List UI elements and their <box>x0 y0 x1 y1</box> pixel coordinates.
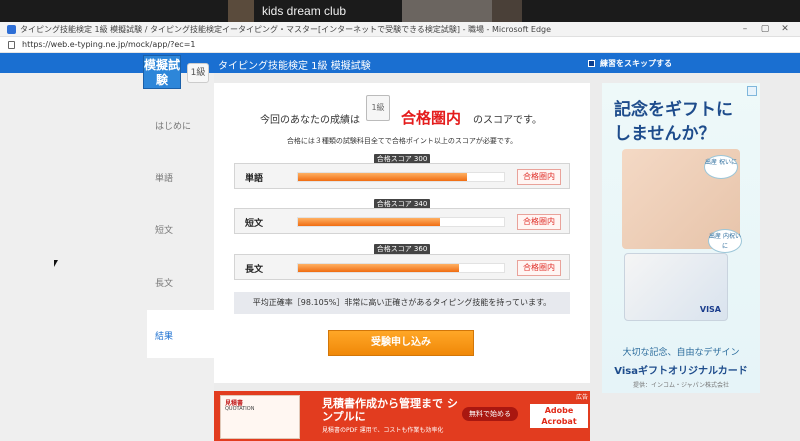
ad-main-text: 見積書作成から管理まで シンプルに <box>322 397 458 423</box>
ad-sub-text: 見積書のPDF 運用で、コストも作業も効率化 <box>322 427 444 434</box>
visa-logo: VISA <box>699 305 721 314</box>
score-result-badge: 合格圏内 <box>517 260 561 276</box>
sidebar-item-intro[interactable]: はじめに <box>155 119 191 132</box>
ad-cta-button[interactable]: 無料で始める <box>462 407 518 421</box>
ad-banner-bottom[interactable]: 見積書 QUOTATION 見積書作成から管理まで シンプルに 見積書のPDF … <box>214 391 590 441</box>
score-row-short-text: 短文 合格圏内 <box>234 208 570 234</box>
mouse-cursor-icon <box>54 260 58 267</box>
participant-video-thumb[interactable] <box>402 0 492 22</box>
close-button[interactable]: ✕ <box>778 23 792 35</box>
level-badge: 1級 <box>187 63 209 83</box>
sidebar-item-results[interactable]: 結果 <box>147 310 214 358</box>
ad-banner-right[interactable]: 記念をギフトに しませんか？ 出産 祝いに 出産 内祝いに VISA 大切な記念… <box>602 83 760 393</box>
site-header: タイピング技能検定 1級 模擬試験 練習をスキップする <box>0 53 800 73</box>
sidebar-item-long-text[interactable]: 長文 <box>155 276 173 289</box>
score-row-label: 長文 <box>245 265 264 275</box>
ad-bubble: 出産 祝いに <box>704 155 738 179</box>
participant-name: kids dream club <box>262 4 347 18</box>
score-row-label: 短文 <box>245 219 264 229</box>
participant-video-thumb[interactable] <box>228 0 254 22</box>
ad-product-name: Visaギフトオリジナルカード <box>614 366 748 377</box>
score-track <box>297 263 505 273</box>
score-track <box>297 217 505 227</box>
window-title: タイピング技能検定 1級 模擬試験 / タイピング技能検定イータイピング・マスタ… <box>20 25 552 34</box>
minimize-button[interactable]: – <box>738 23 752 35</box>
maximize-button[interactable]: ▢ <box>758 23 772 35</box>
screenshot-root: kids dream club タイピング技能検定 1級 模擬試験 / タイピン… <box>0 0 800 441</box>
url-text[interactable]: https://web.e-typing.ne.jp/mock/app/?ec=… <box>22 40 196 49</box>
ad-tagline: 大切な記念、自由なデザイン <box>622 348 740 358</box>
ad-gift-card: VISA <box>624 253 728 321</box>
score-result-badge: 合格圏内 <box>517 214 561 230</box>
sidebar: はじめに 単語 短文 長文 <box>0 73 214 441</box>
ad-headline: 記念をギフトに <box>614 100 733 120</box>
score-row-words: 単語 合格圏内 <box>234 163 570 189</box>
result-prefix: 今回のあなたの成績は <box>260 115 360 126</box>
site-favicon-icon <box>7 25 16 34</box>
sidebar-item-words[interactable]: 単語 <box>155 171 173 184</box>
ad-label: 広告 <box>575 394 588 401</box>
accuracy-text: 平均正確率［98.105%］非常に高い正確さがあるタイピング技能を持っています。 <box>234 292 570 314</box>
lock-icon <box>8 41 15 49</box>
result-grade: 合格圏内 <box>401 109 462 127</box>
ad-provider: 提供：インコム・ジャパン株式会社 <box>632 382 729 389</box>
score-bar <box>298 173 467 181</box>
ad-headline: しませんか？ <box>614 124 716 144</box>
mock-exam-badge: 模擬試験 <box>143 55 181 89</box>
score-result-badge: 合格圏内 <box>517 169 561 185</box>
grade-level-icon: 1級 <box>366 95 390 121</box>
participant-video-thumb[interactable] <box>492 0 522 22</box>
browser-title-bar: タイピング技能検定 1級 模擬試験 / タイピング技能検定イータイピング・マスタ… <box>0 22 800 37</box>
skip-practice-link[interactable]: 練習をスキップする <box>600 58 672 69</box>
score-row-long-text: 長文 合格圏内 <box>234 254 570 280</box>
sidebar-item-label: 結果 <box>155 332 174 342</box>
page-title: タイピング技能検定 1級 模擬試験 <box>218 61 371 72</box>
skip-checkbox[interactable] <box>588 60 595 67</box>
result-panel: 今回のあなたの成績は 1級 合格圏内 のスコアです。 合格には３種類の試験科目全… <box>214 83 590 383</box>
ad-doc-subtitle: QUOTATION <box>225 406 255 412</box>
address-bar[interactable]: https://web.e-typing.ne.jp/mock/app/?ec=… <box>0 37 800 53</box>
result-suffix: のスコアです。 <box>473 115 542 126</box>
ad-info-icon[interactable] <box>747 86 757 96</box>
score-track <box>297 172 505 182</box>
score-bar <box>298 218 441 226</box>
adobe-acrobat-logo: Adobe Acrobat <box>530 404 588 428</box>
ad-document-image: 見積書 QUOTATION <box>220 395 300 439</box>
ad-bubble: 出産 内祝いに <box>708 229 742 253</box>
sidebar-item-short-text[interactable]: 短文 <box>155 223 173 236</box>
score-bar <box>298 264 459 272</box>
apply-exam-button[interactable]: 受験申し込み <box>328 330 474 356</box>
score-row-label: 単語 <box>245 174 264 184</box>
requirement-text: 合格には３種類の試験科目全てで合格ポイント以上のスコアが必要です。 <box>286 137 518 145</box>
meeting-strip: kids dream club <box>0 0 800 22</box>
